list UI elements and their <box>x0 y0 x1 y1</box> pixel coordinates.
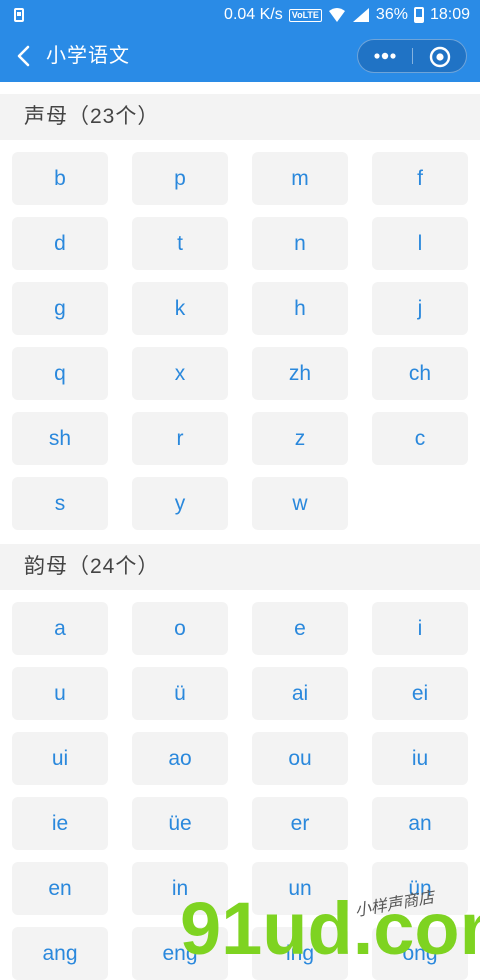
pinyin-key-final[interactable]: in <box>132 862 228 915</box>
cellular-signal-icon <box>352 8 369 22</box>
pinyin-key-final[interactable]: ou <box>252 732 348 785</box>
pinyin-key-initial[interactable]: k <box>132 282 228 335</box>
pinyin-key-initial[interactable]: m <box>252 152 348 205</box>
pinyin-key-initial[interactable]: g <box>12 282 108 335</box>
page-title: 小学语文 <box>46 45 130 67</box>
status-left <box>14 8 24 22</box>
pinyin-key-final[interactable]: ei <box>372 667 468 720</box>
pinyin-key-final[interactable]: ai <box>252 667 348 720</box>
section-header-initials: 声母（23个） <box>0 94 480 140</box>
pinyin-key-initial[interactable]: l <box>372 217 468 270</box>
pinyin-key-final[interactable]: eng <box>132 927 228 980</box>
pinyin-key-final[interactable]: ün <box>372 862 468 915</box>
pinyin-key-final[interactable]: an <box>372 797 468 850</box>
pinyin-key-final[interactable]: a <box>12 602 108 655</box>
clock: 18:09 <box>429 6 470 23</box>
pinyin-key-initial[interactable]: j <box>372 282 468 335</box>
initials-grid: b p m f d t n l g k h j q x zh ch sh r z c s y w <box>12 152 468 530</box>
pinyin-key-final[interactable]: i <box>372 602 468 655</box>
pinyin-key-initial[interactable]: n <box>252 217 348 270</box>
pinyin-key-initial[interactable]: y <box>132 477 228 530</box>
pinyin-key-final[interactable]: iu <box>372 732 468 785</box>
pinyin-key-initial[interactable]: c <box>372 412 468 465</box>
pinyin-key-final[interactable]: un <box>252 862 348 915</box>
battery-icon <box>413 7 424 23</box>
pinyin-key-initial[interactable]: sh <box>12 412 108 465</box>
pinyin-key-initial[interactable]: t <box>132 217 228 270</box>
navigation-bar: 小学语文 <box>0 30 480 82</box>
pinyin-key-final[interactable]: üe <box>132 797 228 850</box>
pinyin-key-final[interactable]: ü <box>132 667 228 720</box>
pinyin-key-final[interactable]: ie <box>12 797 108 850</box>
pinyin-key-initial[interactable]: f <box>372 152 468 205</box>
pinyin-key-final[interactable]: en <box>12 862 108 915</box>
battery-percentage: 36% <box>375 6 408 23</box>
pinyin-key-final[interactable]: ui <box>12 732 108 785</box>
pinyin-key-initial[interactable]: zh <box>252 347 348 400</box>
status-right: 0.04 K/s VoLTE 36% 18:09 <box>224 6 470 24</box>
network-speed: 0.04 K/s <box>224 6 283 23</box>
pinyin-key-initial[interactable]: q <box>12 347 108 400</box>
pinyin-key-final[interactable]: ong <box>372 927 468 980</box>
pinyin-key-final[interactable]: u <box>12 667 108 720</box>
pinyin-key-initial[interactable]: h <box>252 282 348 335</box>
pinyin-key-final[interactable]: ang <box>12 927 108 980</box>
pinyin-key-final[interactable]: er <box>252 797 348 850</box>
pinyin-key-initial[interactable]: z <box>252 412 348 465</box>
pinyin-key-initial[interactable]: w <box>252 477 348 530</box>
battery-fill <box>415 16 422 21</box>
status-bar: 0.04 K/s VoLTE 36% 18:09 <box>0 0 480 30</box>
finals-grid: a o e i u ü ai ei ui ao ou iu ie üe er an en in un ün ang eng… <box>12 602 468 980</box>
volte-badge: VoLTE <box>288 8 322 22</box>
close-target-icon[interactable] <box>428 45 452 69</box>
mini-program-capsule <box>357 39 467 73</box>
sim-card-icon <box>14 8 24 22</box>
pinyin-key-initial[interactable]: d <box>12 217 108 270</box>
pinyin-key-initial[interactable]: s <box>12 477 108 530</box>
pinyin-key-initial[interactable]: p <box>132 152 228 205</box>
section-header-finals: 韵母（24个） <box>0 544 480 590</box>
pinyin-key-final[interactable]: o <box>132 602 228 655</box>
pinyin-key-initial[interactable]: r <box>132 412 228 465</box>
back-arrow-icon[interactable] <box>12 42 38 70</box>
capsule-divider <box>412 48 413 64</box>
pinyin-key-initial[interactable]: ch <box>372 347 468 400</box>
more-icon[interactable] <box>368 46 402 66</box>
pinyin-key-final[interactable]: e <box>252 602 348 655</box>
wifi-icon <box>328 8 345 22</box>
pinyin-key-initial[interactable]: x <box>132 347 228 400</box>
pinyin-key-final[interactable]: ao <box>132 732 228 785</box>
pinyin-key-initial[interactable]: b <box>12 152 108 205</box>
pinyin-key-final[interactable]: ing <box>252 927 348 980</box>
